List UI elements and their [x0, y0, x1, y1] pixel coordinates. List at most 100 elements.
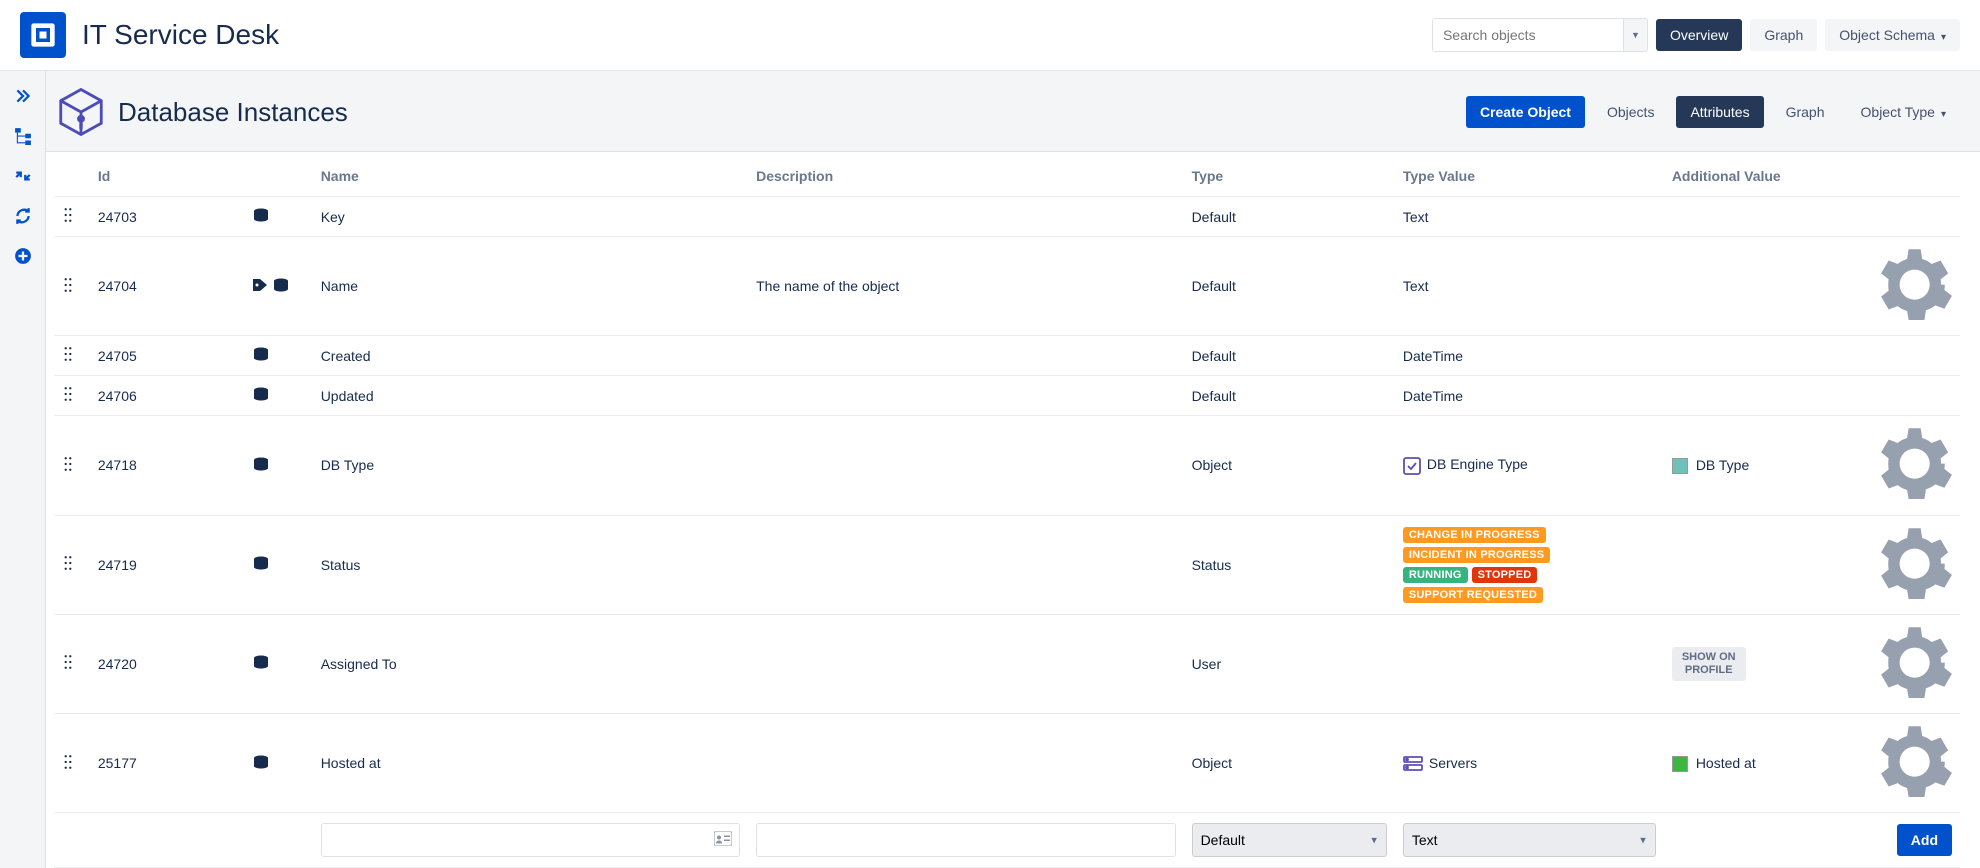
row-type: Status — [1184, 515, 1395, 614]
col-type-value: Type Value — [1395, 152, 1664, 197]
collapse-icon[interactable] — [14, 167, 32, 185]
status-pill: INCIDENT IN PROGRESS — [1403, 547, 1550, 563]
col-description: Description — [748, 152, 1183, 197]
row-type: Default — [1184, 237, 1395, 336]
table-row: 24718DB TypeObjectDB Engine TypeDB Type — [54, 416, 1960, 515]
create-object-button[interactable]: Create Object — [1466, 96, 1585, 128]
sync-icon[interactable] — [14, 207, 32, 225]
add-attribute-row: Default Text Add — [54, 813, 1960, 868]
row-description — [748, 376, 1183, 416]
row-description — [748, 197, 1183, 237]
col-name: Name — [313, 152, 748, 197]
object-schema-button[interactable]: Object Schema — [1825, 19, 1960, 51]
cube-icon — [54, 85, 108, 139]
database-icon — [252, 556, 270, 573]
page-header: Database Instances Create Object Objects… — [46, 71, 1980, 152]
row-description — [748, 614, 1183, 713]
row-description — [748, 336, 1183, 376]
new-description-input[interactable] — [756, 823, 1175, 857]
row-id: 24704 — [90, 237, 244, 336]
status-pill: CHANGE IN PROGRESS — [1403, 527, 1546, 543]
search-dropdown-toggle[interactable]: ▼ — [1623, 19, 1647, 51]
search-wrapper: ▼ — [1432, 18, 1648, 52]
drag-handle[interactable] — [54, 614, 90, 713]
add-icon[interactable] — [14, 247, 32, 265]
type-value-text: DateTime — [1403, 388, 1463, 404]
gear-icon[interactable] — [1877, 489, 1952, 505]
row-name[interactable]: Key — [313, 197, 748, 237]
sidebar — [0, 71, 46, 868]
row-name[interactable]: Name — [313, 237, 748, 336]
page-title: Database Instances — [118, 97, 1466, 128]
row-name[interactable]: Updated — [313, 376, 748, 416]
drag-handle[interactable] — [54, 714, 90, 813]
row-description — [748, 416, 1183, 515]
expand-icon[interactable] — [14, 87, 32, 105]
type-value-text: Text — [1403, 209, 1429, 225]
drag-handle[interactable] — [54, 237, 90, 336]
new-name-input[interactable] — [321, 823, 740, 857]
database-icon — [252, 208, 270, 225]
row-type: Default — [1184, 197, 1395, 237]
content-area: Database Instances Create Object Objects… — [46, 71, 1980, 868]
app-logo-icon — [29, 21, 57, 49]
graph-button-top[interactable]: Graph — [1750, 19, 1817, 51]
top-actions: ▼ Overview Graph Object Schema — [1432, 18, 1960, 52]
drag-handle[interactable] — [54, 376, 90, 416]
new-type-select[interactable]: Default — [1192, 823, 1387, 857]
type-value-text: DB Engine Type — [1427, 456, 1528, 472]
col-type: Type — [1184, 152, 1395, 197]
gear-icon[interactable] — [1877, 309, 1952, 325]
drag-handle[interactable] — [54, 515, 90, 614]
search-input[interactable] — [1433, 19, 1623, 51]
row-description: The name of the object — [748, 237, 1183, 336]
top-header: IT Service Desk ▼ Overview Graph Object … — [0, 0, 1980, 71]
row-name[interactable]: Created — [313, 336, 748, 376]
table-wrap: Id Name Description Type Type Value Addi… — [46, 152, 1980, 868]
row-id: 24703 — [90, 197, 244, 237]
additional-value-text: Hosted at — [1696, 755, 1756, 771]
drag-handle[interactable] — [54, 197, 90, 237]
status-pill: RUNNING — [1403, 567, 1468, 583]
drag-handle[interactable] — [54, 416, 90, 515]
main-wrap: Database Instances Create Object Objects… — [0, 71, 1980, 868]
row-name[interactable]: Status — [313, 515, 748, 614]
graph-tab[interactable]: Graph — [1772, 96, 1839, 128]
status-pill: STOPPED — [1472, 567, 1538, 583]
table-row: 24704NameThe name of the objectDefaultTe… — [54, 237, 1960, 336]
gear-icon[interactable] — [1877, 687, 1952, 703]
table-row: 24703 Key Default Text — [54, 197, 1960, 237]
table-row: 24706UpdatedDefaultDateTime — [54, 376, 1960, 416]
server-icon — [1403, 756, 1423, 772]
database-icon — [252, 387, 270, 404]
color-swatch — [1672, 756, 1688, 772]
drag-handle[interactable] — [54, 336, 90, 376]
gear-icon[interactable] — [1877, 786, 1952, 802]
color-swatch — [1672, 458, 1688, 474]
page-actions: Create Object Objects Attributes Graph O… — [1466, 96, 1960, 128]
tree-icon[interactable] — [14, 127, 32, 145]
object-type-button[interactable]: Object Type — [1847, 96, 1960, 128]
table-row: 24719 Status Status CHANGE IN PROGRESS INCID… — [54, 515, 1960, 614]
row-name[interactable]: DB Type — [313, 416, 748, 515]
objects-tab[interactable]: Objects — [1593, 96, 1668, 128]
gear-icon[interactable] — [1877, 588, 1952, 604]
type-value-text: Servers — [1429, 755, 1477, 771]
table-row: 24705CreatedDefaultDateTime — [54, 336, 1960, 376]
col-id: Id — [90, 152, 244, 197]
status-pills: CHANGE IN PROGRESS INCIDENT IN PROGRESS RU… — [1403, 527, 1603, 603]
row-name[interactable]: Hosted at — [313, 714, 748, 813]
row-name[interactable]: Assigned To — [313, 614, 748, 713]
database-icon — [252, 755, 270, 772]
new-type-value-select[interactable]: Text — [1403, 823, 1656, 857]
attributes-tab[interactable]: Attributes — [1676, 96, 1763, 128]
row-id: 24719 — [90, 515, 244, 614]
add-button[interactable]: Add — [1897, 824, 1952, 856]
database-icon — [252, 655, 270, 672]
app-logo — [20, 12, 66, 58]
label-tag-icon — [252, 278, 270, 295]
row-description — [748, 515, 1183, 614]
row-type: User — [1184, 614, 1395, 713]
overview-button[interactable]: Overview — [1656, 19, 1742, 51]
row-type: Default — [1184, 376, 1395, 416]
